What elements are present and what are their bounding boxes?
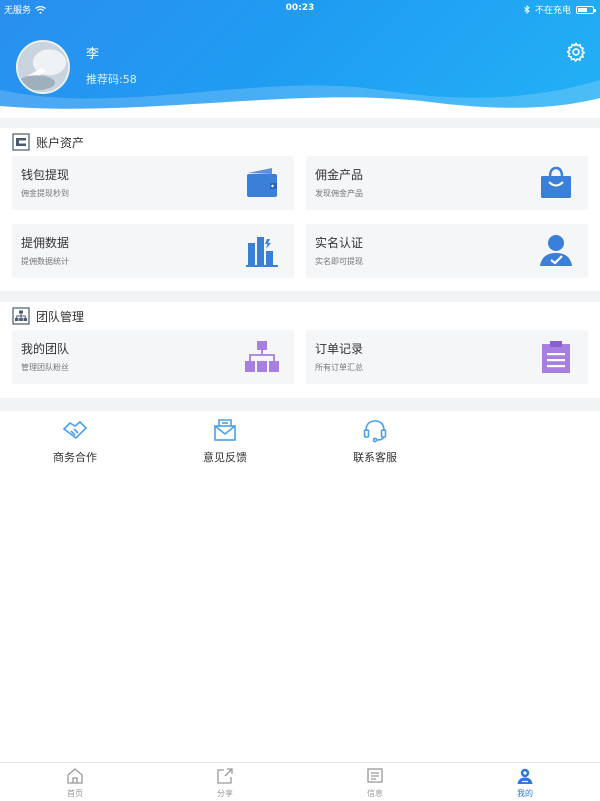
card-title: 实名认证 — [315, 236, 364, 250]
card-real-name-verification[interactable]: 实名认证 实名即可提现 — [306, 224, 588, 278]
card-title: 钱包提现 — [21, 168, 70, 182]
profile-header: 无服务 00:23 不在充电 李 推荐码:58 — [0, 0, 600, 118]
tab-share[interactable]: 分享 — [185, 767, 265, 799]
card-subtitle: 佣金提现秒到 — [21, 189, 69, 198]
quick-links-bar: 商务合作 意见反馈 联系客服 — [0, 411, 600, 471]
tab-home[interactable]: 首页 — [35, 767, 115, 799]
card-wallet-withdraw[interactable]: 钱包提现 佣金提现秒到 — [12, 156, 294, 210]
status-bar: 无服务 00:23 不在充电 — [0, 0, 600, 16]
settings-gear-icon[interactable] — [566, 42, 586, 62]
team-management-icon — [12, 307, 30, 325]
quick-link-business-cooperation[interactable]: 商务合作 — [25, 417, 125, 465]
card-title: 我的团队 — [21, 342, 70, 356]
clipboard-icon — [542, 341, 570, 373]
tab-label: 信息 — [367, 789, 383, 798]
org-chart-icon — [245, 341, 279, 372]
tab-label: 我的 — [517, 789, 533, 798]
quick-link-customer-service[interactable]: 联系客服 — [325, 417, 425, 465]
charging-status: 不在充电 — [534, 6, 571, 16]
handshake-icon — [62, 420, 88, 440]
card-commission-products[interactable]: 佣金产品 发现佣金产品 — [306, 156, 588, 210]
avatar-image — [18, 42, 68, 92]
quick-link-label: 商务合作 — [53, 451, 97, 464]
battery-icon — [576, 5, 596, 14]
card-title: 提佣数据 — [21, 236, 70, 250]
card-subtitle: 提佣数据统计 — [21, 257, 69, 266]
section-title: 团队管理 — [12, 306, 84, 326]
feedback-mail-icon — [214, 419, 236, 441]
share-icon — [217, 768, 233, 784]
tab-messages[interactable]: 信息 — [335, 767, 415, 799]
content-blank-area — [0, 471, 600, 762]
card-order-records[interactable]: 订单记录 所有订单汇总 — [306, 330, 588, 384]
card-commission-data[interactable]: 提佣数据 提佣数据统计 — [12, 224, 294, 278]
account-assets-icon — [12, 133, 30, 151]
user-verified-icon — [540, 235, 572, 266]
shopping-bag-icon — [541, 166, 571, 198]
bluetooth-icon — [524, 5, 530, 14]
card-title: 订单记录 — [315, 342, 364, 356]
bottom-tab-bar: 首页 分享 信息 我的 — [0, 762, 600, 801]
quick-link-feedback[interactable]: 意见反馈 — [175, 417, 275, 465]
card-subtitle: 实名即可提现 — [315, 257, 363, 266]
card-subtitle: 发现佣金产品 — [315, 189, 363, 198]
message-icon — [367, 768, 383, 783]
quick-link-label: 意见反馈 — [203, 451, 247, 464]
account-assets-section: 账户资产 钱包提现 佣金提现秒到 佣金产品 发现佣金产品 提佣数据 提佣数据统计 — [0, 128, 600, 291]
card-subtitle: 管理团队粉丝 — [21, 363, 69, 372]
team-management-section: 团队管理 我的团队 管理团队粉丝 订单记录 所有订单汇总 — [0, 302, 600, 398]
user-name: 李 — [86, 47, 100, 62]
clock: 00:23 — [285, 3, 315, 13]
section-title-text: 团队管理 — [36, 309, 85, 324]
headset-icon — [363, 420, 387, 443]
avatar[interactable] — [16, 40, 70, 94]
section-title-text: 账户资产 — [36, 135, 85, 150]
tab-label: 首页 — [67, 789, 83, 798]
profile-icon — [517, 768, 533, 784]
section-title: 账户资产 — [12, 132, 84, 152]
tab-label: 分享 — [217, 789, 233, 798]
referral-code: 推荐码:58 — [86, 73, 137, 86]
card-my-team[interactable]: 我的团队 管理团队粉丝 — [12, 330, 294, 384]
bar-chart-icon — [246, 237, 278, 267]
home-icon — [67, 768, 83, 784]
tab-mine[interactable]: 我的 — [485, 767, 565, 799]
quick-link-label: 联系客服 — [353, 451, 397, 464]
wallet-icon — [247, 168, 277, 197]
card-title: 佣金产品 — [315, 168, 364, 182]
card-subtitle: 所有订单汇总 — [315, 363, 363, 372]
